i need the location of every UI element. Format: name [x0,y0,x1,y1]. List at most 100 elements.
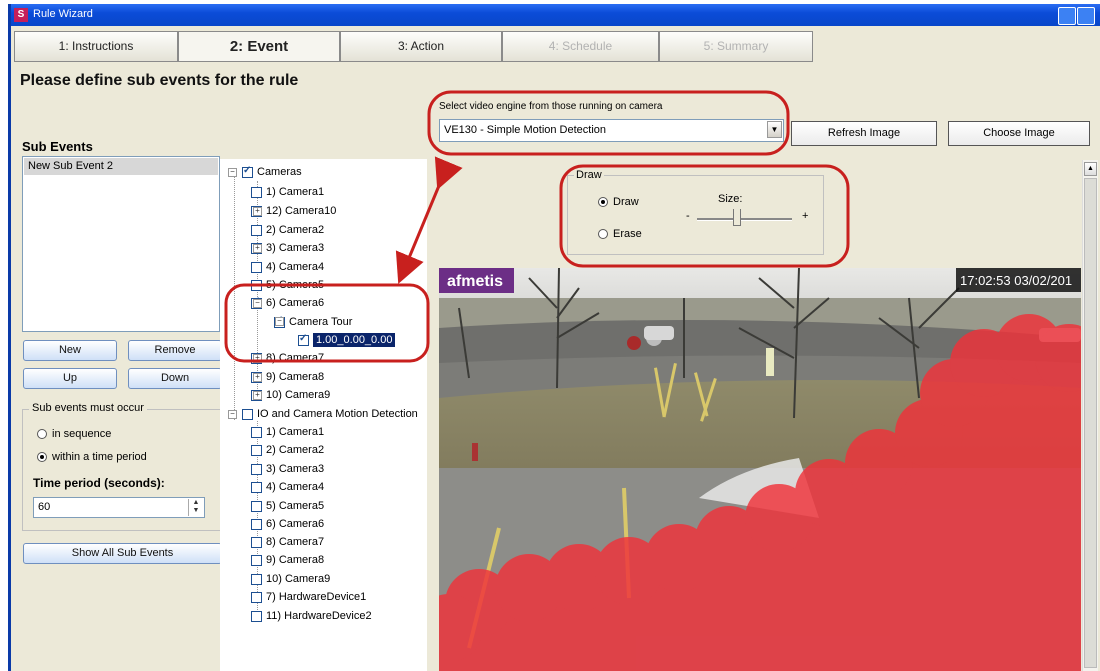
tree-node[interactable]: 1) Camera1 [251,183,324,201]
checkbox[interactable] [242,408,253,420]
chevron-down-icon[interactable]: ▼ [767,121,782,138]
tree-node[interactable]: 4) Camera4 [251,258,324,276]
maximize-icon[interactable] [1077,7,1095,25]
expand-icon[interactable]: + [253,207,262,216]
tree-node[interactable]: 2) Camera2 [251,441,324,459]
collapse-icon[interactable]: − [253,299,262,308]
tree-node-preset[interactable]: 1.00_0.00_0.00 [298,331,396,349]
radio-erase[interactable]: Erase [598,228,642,240]
expand-icon[interactable]: + [253,244,262,253]
tree-node[interactable]: 10) Camera9 [251,386,330,404]
camera-tree[interactable]: − Cameras 1) Camera1 12) Camera10 2) Cam… [220,159,427,671]
checkbox[interactable] [251,518,262,530]
expand-icon[interactable]: + [253,391,262,400]
list-item[interactable]: New Sub Event 2 [24,158,218,175]
checkbox[interactable] [251,261,262,273]
tree-node[interactable]: 6) Camera6 [251,515,324,533]
spinner-arrows-icon[interactable]: ▲ ▼ [188,499,203,516]
expand-icon[interactable]: + [253,373,262,382]
tree-node-camera-tour[interactable]: Camera Tour [274,313,352,331]
tree-node[interactable]: 12) Camera10 [251,202,336,220]
checkbox[interactable] [251,426,262,438]
checkbox[interactable] [251,591,262,603]
sub-events-list[interactable]: New Sub Event 2 [22,156,220,332]
tree-node-io-root[interactable]: − IO and Camera Motion Detection [228,405,418,423]
new-button[interactable]: New [23,340,117,361]
tab-action[interactable]: 3: Action [340,31,502,62]
tab-event[interactable]: 2: Event [178,31,340,62]
tree-node-cameras[interactable]: − Cameras [228,163,302,181]
radio-dot[interactable] [598,229,608,239]
scroll-thumb[interactable] [1084,178,1097,668]
collapse-icon[interactable]: − [228,410,237,419]
radio-dot[interactable] [598,197,608,207]
show-all-sub-events-button[interactable]: Show All Sub Events [23,543,222,564]
tree-node-label: 5) Camera5 [266,279,325,291]
time-period-label: Time period (seconds): [33,476,165,490]
tree-node[interactable]: 5) Camera5 [251,497,324,515]
size-slider[interactable] [697,218,792,221]
scroll-up-icon[interactable]: ▲ [1084,162,1097,176]
tree-node-label: 11) HardwareDevice2 [266,610,372,622]
checkbox[interactable] [251,463,262,475]
tree-guide [234,173,235,420]
remove-button[interactable]: Remove [128,340,222,361]
checkbox[interactable] [251,610,262,622]
tree-node-label: 2) Camera2 [266,224,325,236]
size-slider-thumb[interactable] [732,209,741,226]
tree-node[interactable]: 7) HardwareDevice1 [251,588,366,606]
radio-label: Draw [613,196,639,208]
occur-group: Sub events must occur in sequence within… [22,402,221,531]
checkbox[interactable] [251,444,262,456]
tree-node[interactable]: 11) HardwareDevice2 [251,607,372,625]
tree-node-label: 10) Camera9 [266,573,331,585]
camera-scene[interactable]: afmetis 17:02:53 03/02/201 [439,268,1081,671]
tree-node[interactable]: 4) Camera4 [251,478,324,496]
radio-draw[interactable]: Draw [598,196,639,208]
tree-node-label: 6) Camera6 [266,297,325,309]
radio-within-time-period[interactable]: within a time period [37,451,147,463]
checkbox[interactable] [251,481,262,493]
vertical-scrollbar[interactable]: ▲ [1082,160,1098,671]
choose-image-button[interactable]: Choose Image [948,121,1090,146]
tab-instructions[interactable]: 1: Instructions [14,31,178,62]
tree-node[interactable]: 1) Camera1 [251,423,324,441]
radio-dot[interactable] [37,429,47,439]
time-period-spinner[interactable]: 60 ▲ ▼ [33,497,205,518]
camera-image[interactable]: afmetis 17:02:53 03/02/201 [439,268,1081,671]
time-period-value[interactable]: 60 [38,501,50,513]
tree-node[interactable]: 5) Camera5 [251,276,324,294]
checkbox[interactable] [251,224,262,236]
checkbox[interactable] [298,333,309,346]
checkbox[interactable] [251,186,262,198]
tree-node[interactable]: 2) Camera2 [251,221,324,239]
minimize-icon[interactable] [1058,7,1076,25]
expand-icon[interactable]: + [253,354,262,363]
tree-node[interactable]: 3) Camera3 [251,460,324,478]
size-minus: - [686,210,690,222]
checkbox[interactable] [251,573,262,585]
checkbox[interactable] [242,165,253,178]
tree-node[interactable]: 8) Camera7 [251,533,324,551]
radio-label: Erase [613,228,642,240]
tree-node-label: 1) Camera1 [266,426,325,438]
checkbox[interactable] [251,554,262,566]
tree-node[interactable]: 10) Camera9 [251,570,330,588]
refresh-image-button[interactable]: Refresh Image [791,121,937,146]
collapse-icon[interactable]: − [228,168,237,177]
tree-node-label: 8) Camera7 [266,536,325,548]
checkbox[interactable] [251,279,262,291]
radio-dot[interactable] [37,452,47,462]
title-bar: S Rule Wizard [11,4,1100,26]
checkbox[interactable] [251,536,262,548]
up-button[interactable]: Up [23,368,117,389]
camera-logo: afmetis [447,273,503,290]
checkbox[interactable] [251,500,262,512]
radio-in-sequence[interactable]: in sequence [37,428,111,440]
engine-select[interactable]: VE130 - Simple Motion Detection ▼ [439,119,784,142]
down-button[interactable]: Down [128,368,222,389]
tree-node-label: 12) Camera10 [266,205,337,217]
collapse-icon[interactable]: − [275,317,284,326]
tree-node-label: 8) Camera7 [266,352,325,364]
tree-node[interactable]: 9) Camera8 [251,551,324,569]
